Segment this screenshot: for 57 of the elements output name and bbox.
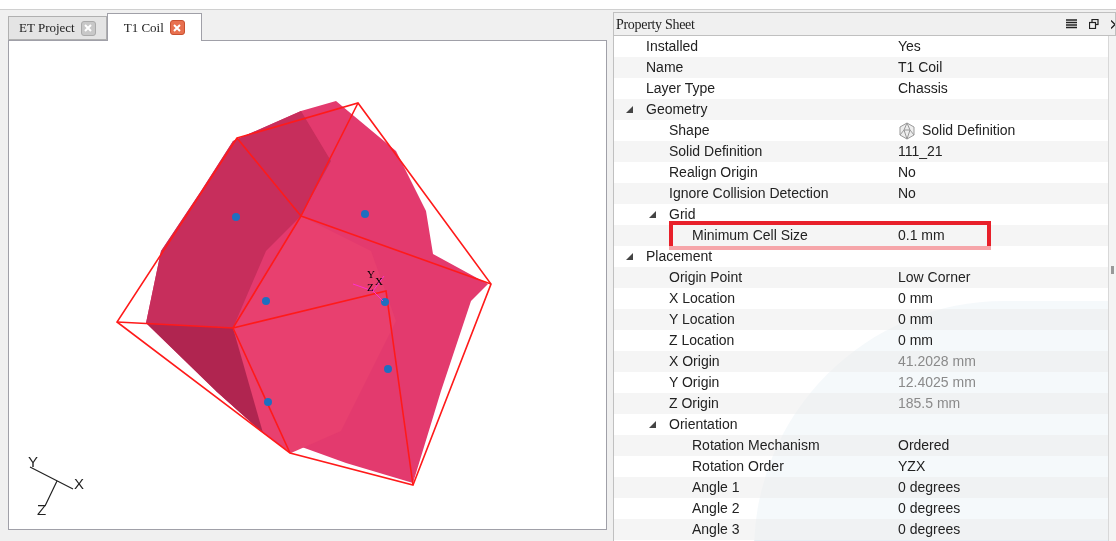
panel-title: Property Sheet [616,15,695,34]
property-name[interactable]: Rotation Mechanism [692,435,820,456]
property-name[interactable]: Shape [669,120,710,141]
property-name[interactable]: Angle 3 [692,519,740,540]
property-value[interactable]: 0 mm [898,330,933,351]
property-name[interactable]: Y Location [669,309,735,330]
category-label[interactable]: Placement [646,246,713,267]
property-name[interactable]: Rotation Order [692,456,784,477]
tab[interactable]: T1 Coil [106,13,202,41]
property-value[interactable]: Ordered [898,435,950,456]
close-icon[interactable] [169,20,185,35]
tab[interactable]: ET Project [8,16,107,40]
property-value[interactable]: No [898,183,916,204]
property-name[interactable]: X Location [669,288,736,309]
property-value[interactable]: YZX [898,456,926,477]
axis-triad-icon [29,466,74,507]
property-value[interactable]: 0 mm [898,309,933,330]
menu-icon[interactable] [1066,19,1077,29]
property-name[interactable]: Angle 1 [692,477,740,498]
axis-label: X [375,275,383,287]
property-value[interactable]: 0 mm [898,288,933,309]
property-name[interactable]: Z Location [669,330,735,351]
property-value[interactable]: Low Corner [898,267,971,288]
property-name[interactable]: Solid Definition [669,141,763,162]
property-value[interactable]: 0 degrees [898,498,961,519]
property-value[interactable]: 111_21 [898,141,943,162]
expand-toggle[interactable] [649,211,656,218]
property-value[interactable]: T1 Coil [898,57,943,78]
property-name[interactable]: Angle 2 [692,498,740,519]
category-label[interactable]: Orientation [669,414,738,435]
property-value[interactable]: 0 degrees [898,477,961,498]
axis-label: X [74,475,84,492]
property-name[interactable]: Layer Type [646,78,715,99]
property-name[interactable]: Name [646,57,684,78]
scrollbar[interactable] [1108,36,1116,541]
property-name[interactable]: Ignore Collision Detection [669,183,829,204]
axis-label: Z [37,501,47,518]
property-value[interactable]: Chassis [898,78,948,99]
property-name[interactable]: Origin Point [669,267,743,288]
property-value[interactable]: 0 degrees [898,519,961,540]
axis-label: Y [28,453,38,470]
property-name[interactable]: Realign Origin [669,162,758,183]
restore-icon[interactable] [1089,19,1099,29]
axis-label: Y [367,268,375,280]
property-value[interactable]: Solid Definition [922,120,1016,141]
property-value[interactable]: Yes [898,36,921,57]
category-label[interactable]: Geometry [646,99,708,120]
close-icon[interactable] [1111,19,1115,29]
expand-toggle[interactable] [649,421,656,428]
property-value[interactable]: No [898,162,916,183]
property-value[interactable]: 0.1 mm [898,225,945,246]
category-label[interactable]: Grid [669,204,696,225]
expand-toggle[interactable] [626,106,633,113]
expand-toggle[interactable] [626,253,633,260]
property-name[interactable]: Minimum Cell Size [692,225,808,246]
property-name[interactable]: Installed [646,36,699,57]
axis-label: Z [367,281,374,293]
